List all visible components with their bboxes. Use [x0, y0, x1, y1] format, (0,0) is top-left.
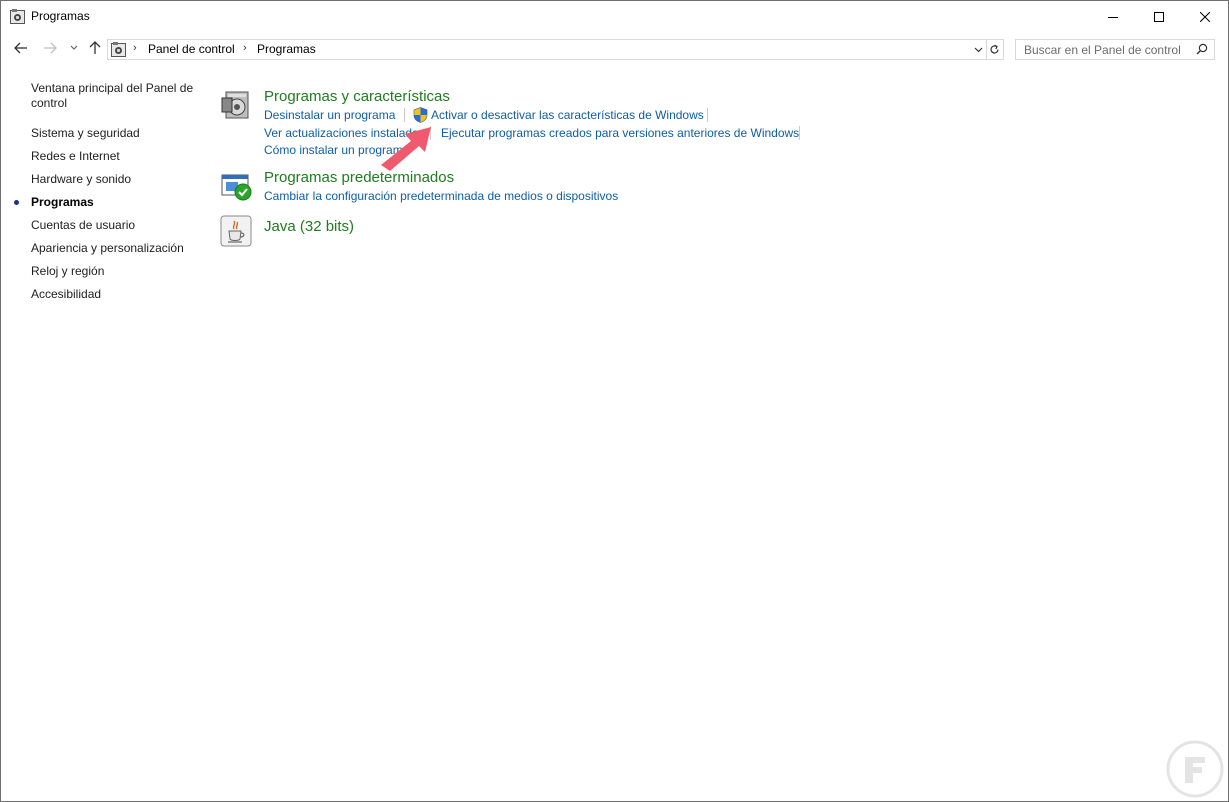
watermark-logo-icon [1166, 740, 1224, 798]
link-compatibility[interactable]: Ejecutar programas creados para versione… [441, 126, 799, 140]
window-title: Programas [31, 9, 90, 23]
breadcrumb-panel-de-control[interactable]: Panel de control [148, 42, 235, 56]
close-button[interactable] [1182, 1, 1228, 32]
maximize-icon [1154, 11, 1164, 22]
leftnav-item-system-security[interactable]: Sistema y seguridad [31, 126, 196, 141]
category-title-java[interactable]: Java (32 bits) [264, 218, 354, 235]
default-programs-check-icon [221, 174, 252, 201]
link-change-default-settings[interactable]: Cambiar la configuración predeterminada … [264, 189, 618, 203]
recent-locations-button[interactable] [65, 38, 83, 58]
title-bar[interactable]: Programas [1, 1, 1228, 32]
leftnav-item-accessibility[interactable]: Accesibilidad [31, 287, 196, 302]
breadcrumb-programas[interactable]: Programas [257, 42, 316, 56]
search-input[interactable]: Buscar en el Panel de control [1015, 39, 1215, 60]
control-panel-icon [111, 42, 126, 57]
link-separator [707, 108, 708, 122]
forward-button[interactable] [41, 38, 59, 58]
address-bar[interactable]: › Panel de control › Programas [107, 39, 987, 60]
chevron-down-icon [974, 47, 982, 52]
close-icon [1200, 11, 1210, 22]
leftnav-item-user-accounts[interactable]: Cuentas de usuario [31, 218, 196, 233]
chevron-down-icon [70, 45, 78, 50]
address-history-button[interactable] [970, 40, 986, 59]
category-title-programs-features[interactable]: Programas y características [264, 88, 450, 105]
leftnav-item-appearance[interactable]: Apariencia y personalización [31, 241, 196, 256]
arrow-up-icon [89, 41, 101, 54]
link-separator [799, 126, 800, 140]
arrow-right-icon [44, 42, 57, 54]
minimize-button[interactable] [1090, 1, 1136, 32]
leftnav-item-programs[interactable]: Programas [31, 195, 196, 210]
link-windows-features[interactable]: Activar o desactivar las características… [431, 108, 704, 122]
leftnav-item-hardware-sound[interactable]: Hardware y sonido [31, 172, 196, 187]
search-placeholder: Buscar en el Panel de control [1024, 43, 1181, 57]
leftnav-item-clock-region[interactable]: Reloj y región [31, 264, 196, 279]
navigation-bar: › Panel de control › Programas Buscar en… [1, 32, 1228, 64]
programs-disk-icon [221, 91, 249, 119]
leftnav-item-home[interactable]: Ventana principal del Panel de control [31, 81, 196, 111]
refresh-icon [990, 44, 999, 54]
breadcrumb-separator[interactable]: › [133, 42, 137, 54]
window: Programas › Panel de control › Programas… [0, 0, 1229, 802]
refresh-button[interactable] [986, 39, 1004, 60]
control-panel-icon [10, 9, 25, 24]
minimize-icon [1108, 16, 1118, 18]
breadcrumb-separator[interactable]: › [243, 42, 247, 54]
annotation-arrow-icon [381, 127, 431, 171]
java-cup-icon [220, 215, 252, 247]
search-icon [1196, 43, 1208, 55]
back-button[interactable] [12, 38, 30, 58]
arrow-left-icon [14, 42, 27, 54]
leftnav-item-network-internet[interactable]: Redes e Internet [31, 149, 196, 164]
up-button[interactable] [86, 38, 104, 58]
current-page-bullet [14, 200, 19, 205]
maximize-button[interactable] [1136, 1, 1182, 32]
